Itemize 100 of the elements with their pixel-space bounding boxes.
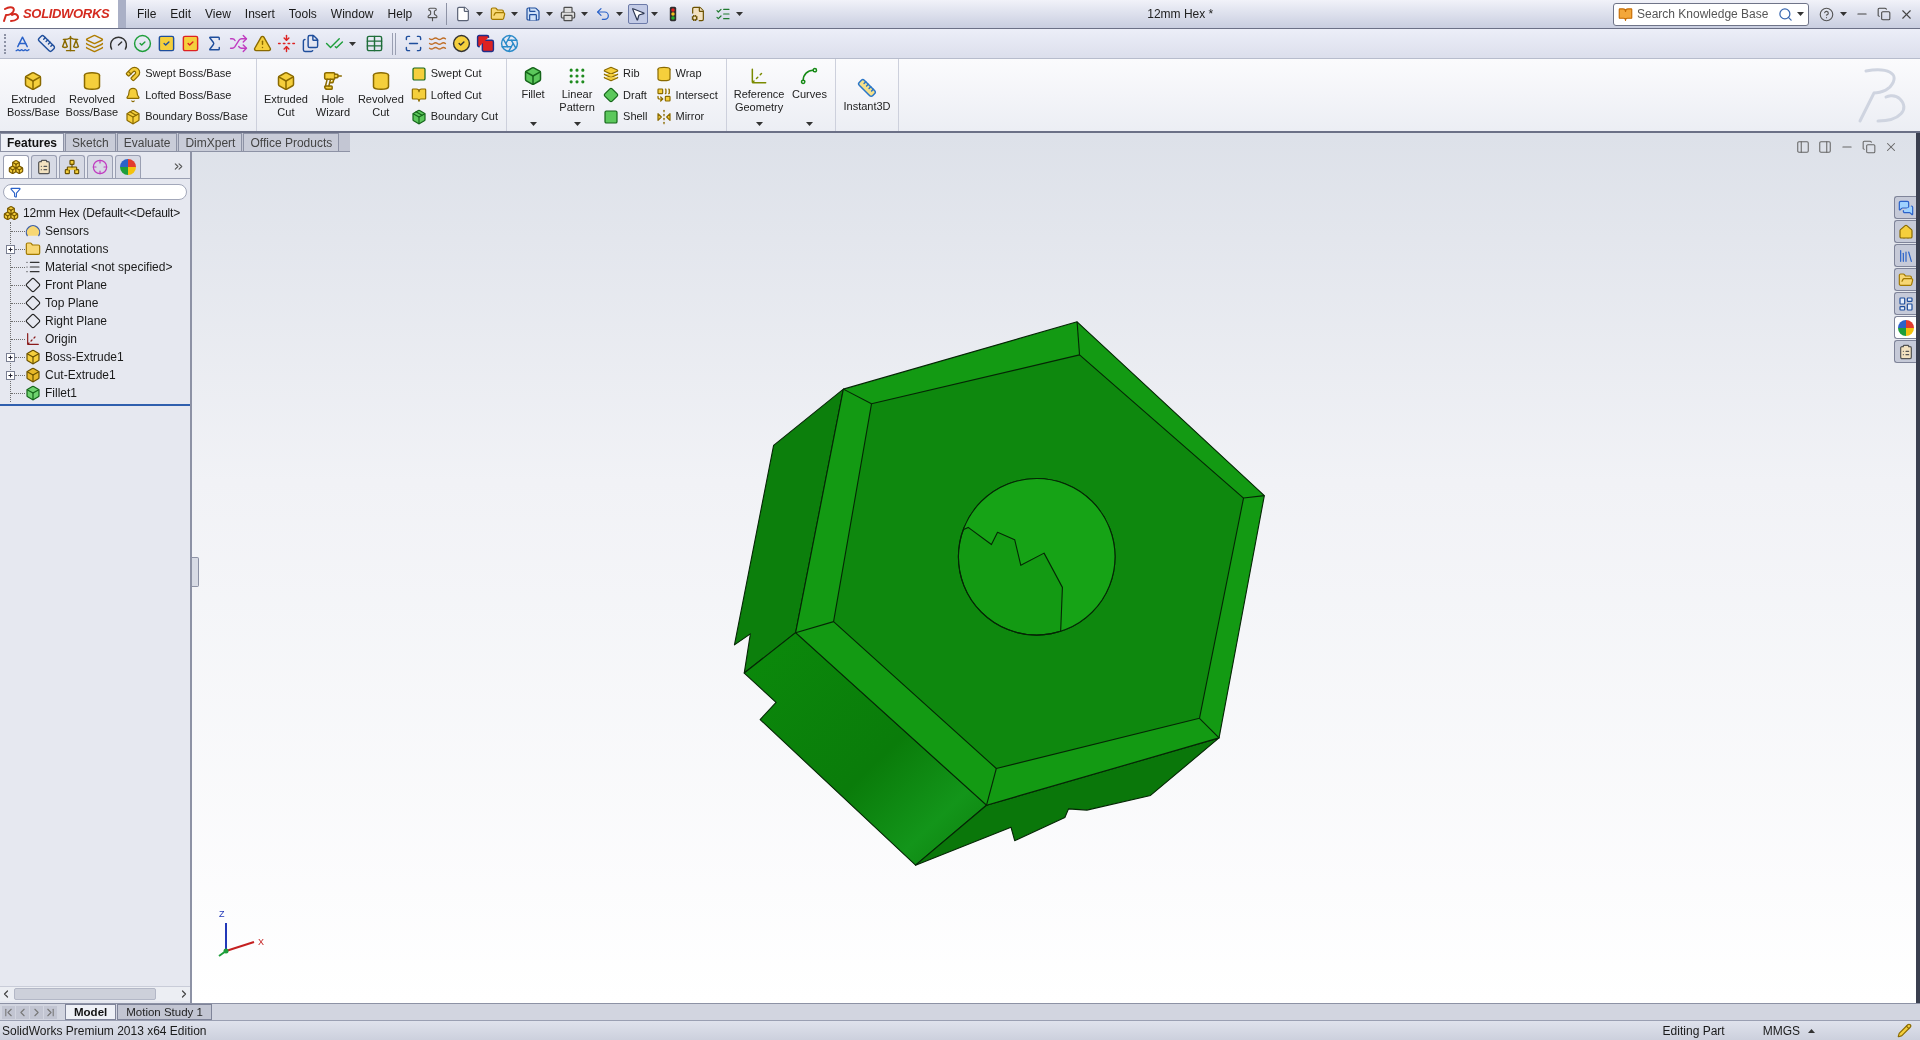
- cube-icon[interactable]: [23, 71, 44, 91]
- box-icon[interactable]: [410, 108, 427, 125]
- pin-icon[interactable]: [425, 6, 441, 22]
- menu-item[interactable]: Help: [380, 3, 420, 25]
- tree-item[interactable]: Annotations: [45, 240, 109, 258]
- ribbon-small-button[interactable]: Boundary Cut: [410, 106, 499, 127]
- check-circle-icon[interactable]: [133, 34, 152, 53]
- menu-item[interactable]: File: [130, 3, 164, 25]
- pencil-icon[interactable]: [1897, 1023, 1912, 1038]
- ribbon-button[interactable]: Revolved Boss/Base: [62, 61, 122, 129]
- tab[interactable]: Model: [65, 1004, 117, 1020]
- layers-icon[interactable]: [85, 34, 104, 53]
- ribbon-button[interactable]: Revolved Cut: [354, 61, 407, 129]
- caret-icon[interactable]: [476, 12, 484, 16]
- diamond-icon[interactable]: [603, 87, 620, 103]
- ribbon-small-button[interactable]: Rib: [603, 63, 648, 84]
- caret-icon[interactable]: [1797, 12, 1804, 16]
- caret-icon[interactable]: [1808, 1028, 1815, 1033]
- caret-icon[interactable]: [581, 12, 589, 16]
- checkbox-icon[interactable]: [157, 34, 176, 53]
- ruler-icon[interactable]: [857, 77, 877, 98]
- warning-triangle-icon[interactable]: [253, 34, 272, 53]
- color-sphere-icon[interactable]: [120, 159, 136, 175]
- caret-icon[interactable]: [736, 12, 744, 16]
- scrollbar-thumb[interactable]: [14, 988, 156, 1000]
- ribbon-button[interactable]: Curves: [787, 61, 832, 129]
- ribbon-button[interactable]: Instant3D: [840, 61, 894, 129]
- previous-icon[interactable]: [16, 1005, 29, 1019]
- caret-icon[interactable]: [805, 122, 813, 126]
- ribbon-button[interactable]: Fillet: [511, 61, 556, 129]
- caret-icon[interactable]: [755, 122, 763, 126]
- caret-icon[interactable]: [349, 41, 356, 46]
- tab[interactable]: DimXpert: [178, 133, 243, 151]
- crosshair-icon[interactable]: [92, 159, 108, 175]
- cube-icon[interactable]: [523, 66, 544, 86]
- aperture-icon[interactable]: [500, 34, 519, 53]
- tab[interactable]: Office Products: [243, 133, 340, 151]
- panel-tab[interactable]: [3, 155, 29, 178]
- tree-diagram-icon[interactable]: [64, 159, 80, 175]
- cylinder-icon[interactable]: [370, 71, 391, 91]
- horizontal-scrollbar[interactable]: [0, 986, 190, 1001]
- ribbon-small-button[interactable]: Wrap: [655, 63, 718, 84]
- menu-item[interactable]: Insert: [237, 3, 282, 25]
- close-icon[interactable]: [1884, 140, 1898, 154]
- tree-root-label[interactable]: 12mm Hex (Default<<Default>: [23, 204, 180, 222]
- help-icon[interactable]: [1819, 6, 1834, 22]
- caret-icon[interactable]: [511, 12, 519, 16]
- menu-item[interactable]: Tools: [281, 3, 324, 25]
- box-icon[interactable]: [125, 108, 142, 125]
- tree-item[interactable]: Boss-Extrude1: [45, 348, 124, 366]
- expand-box-icon[interactable]: [6, 244, 15, 254]
- ruler-icon[interactable]: [37, 34, 56, 53]
- tree-item[interactable]: Sensors: [45, 222, 90, 240]
- tree-item[interactable]: Origin: [45, 330, 77, 348]
- mirror-icon[interactable]: [655, 108, 672, 125]
- tab[interactable]: Features: [0, 133, 65, 151]
- ribbon-small-button[interactable]: Swept Boss/Base: [125, 63, 248, 84]
- tree-item[interactable]: Material <not specified>: [45, 258, 173, 276]
- ribbon-small-button[interactable]: Boundary Boss/Base: [125, 106, 248, 127]
- panel-tab[interactable]: [87, 155, 113, 178]
- waves-icon[interactable]: [428, 34, 447, 53]
- last-icon[interactable]: [44, 1005, 57, 1019]
- tree-item[interactable]: Cut-Extrude1: [45, 366, 116, 384]
- cube-icon[interactable]: [275, 71, 296, 91]
- split-left-icon[interactable]: [1796, 140, 1810, 154]
- cylinder-icon[interactable]: [655, 65, 672, 82]
- clipboard-icon[interactable]: [36, 159, 52, 175]
- tab[interactable]: Evaluate: [116, 133, 178, 151]
- ribbon-button[interactable]: Reference Geometry: [730, 61, 788, 129]
- restore-icon[interactable]: [1862, 140, 1876, 154]
- menu-item[interactable]: View: [198, 3, 238, 25]
- caret-icon[interactable]: [651, 12, 659, 16]
- search-icon[interactable]: [1778, 6, 1793, 22]
- expand-box-icon[interactable]: [6, 352, 15, 362]
- caret-icon[interactable]: [546, 12, 554, 16]
- menu-item[interactable]: Edit: [163, 3, 199, 25]
- bell-icon[interactable]: [125, 87, 142, 103]
- scan-icon[interactable]: [404, 34, 423, 53]
- first-icon[interactable]: [2, 1005, 15, 1019]
- check-circle-icon[interactable]: [452, 34, 471, 53]
- tab[interactable]: Motion Study 1: [117, 1004, 212, 1020]
- tree-item[interactable]: Front Plane: [45, 276, 108, 294]
- curve-icon[interactable]: [799, 66, 820, 86]
- ribbon-small-button[interactable]: Shell: [603, 106, 648, 127]
- square-icon[interactable]: [410, 65, 427, 82]
- tree-item[interactable]: Right Plane: [45, 312, 108, 330]
- ribbon-small-button[interactable]: Swept Cut: [410, 63, 499, 84]
- split-right-icon[interactable]: [1818, 140, 1832, 154]
- ribbon-button[interactable]: Hole Wizard: [310, 61, 355, 129]
- panel-tab[interactable]: [31, 155, 57, 178]
- search-field[interactable]: Search Knowledge Base: [1613, 2, 1809, 26]
- balance-scale-icon[interactable]: [61, 34, 80, 53]
- cylinder-icon[interactable]: [81, 71, 102, 91]
- panel-tab[interactable]: [115, 155, 141, 178]
- ribbon-button[interactable]: Linear Pattern: [555, 61, 600, 129]
- expand-chevrons-icon[interactable]: [172, 160, 185, 173]
- ribbon-small-button[interactable]: Lofted Boss/Base: [125, 84, 248, 106]
- panel-tab[interactable]: [59, 155, 85, 178]
- expand-box-icon[interactable]: [6, 370, 15, 380]
- next-icon[interactable]: [30, 1005, 43, 1019]
